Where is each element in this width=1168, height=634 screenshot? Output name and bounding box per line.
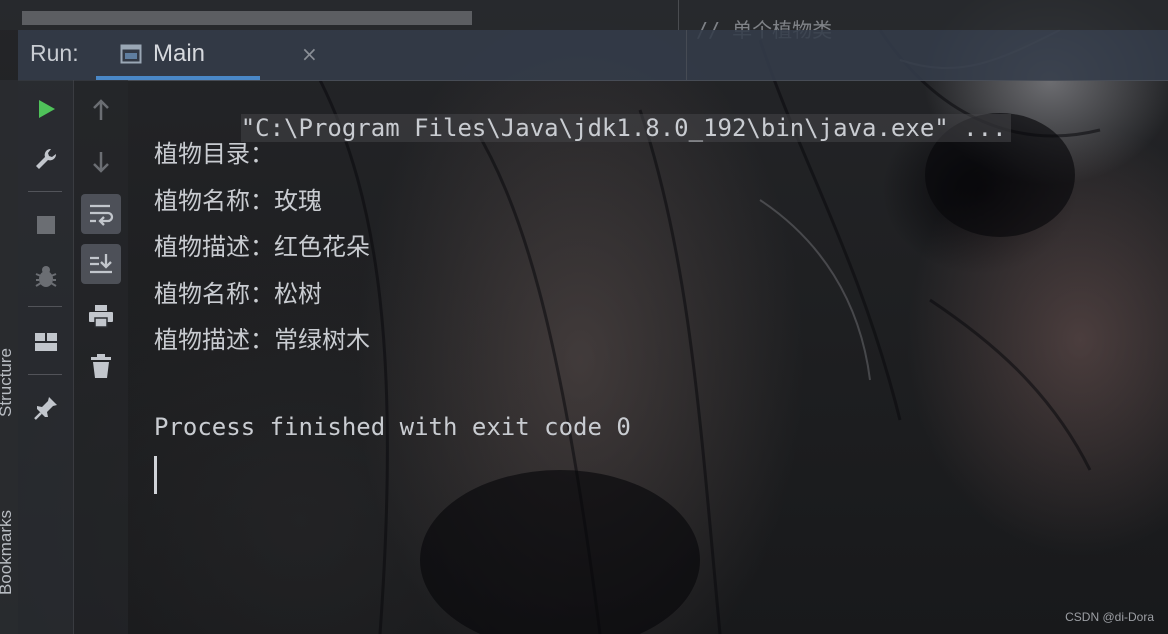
wrench-icon — [36, 148, 57, 169]
clear-all-button[interactable] — [81, 346, 121, 386]
tab-main-label: Main — [153, 40, 206, 67]
run-toolbar-secondary — [74, 80, 128, 634]
debug-bug-icon — [35, 266, 57, 287]
horizontal-scrollbar[interactable] — [22, 11, 472, 25]
left-tool-stripe: Structure Bookmarks — [0, 80, 18, 634]
pin-tab-button[interactable] — [26, 388, 66, 428]
trash-icon — [91, 354, 111, 378]
editor-divider — [678, 0, 679, 30]
console-line: 植物名称：玫瑰 — [154, 187, 322, 215]
debug-button[interactable] — [26, 257, 66, 297]
arrow-down-icon — [93, 152, 109, 173]
layout-icon — [35, 333, 57, 351]
console-line: 植物目录： — [154, 140, 274, 168]
console-command-text: "C:\Program Files\Java\jdk1.8.0_192\bin\… — [240, 114, 1011, 142]
print-icon — [89, 305, 113, 328]
up-stack-trace-button[interactable] — [81, 90, 121, 130]
console-window-icon — [120, 43, 142, 65]
rerun-button[interactable] — [26, 89, 66, 129]
console-line: 植物名称：松树 — [154, 280, 322, 308]
toolbar-separator — [28, 191, 62, 192]
run-icon — [39, 100, 55, 118]
header-divider — [686, 30, 687, 80]
down-stack-trace-button[interactable] — [81, 142, 121, 182]
editor-top-strip: // 单个植物类 — [0, 0, 1168, 42]
edit-configuration-button[interactable] — [26, 139, 66, 179]
scroll-to-end-button[interactable] — [81, 244, 121, 284]
stripe-item-structure[interactable]: Structure — [0, 348, 16, 417]
watermark: CSDN @di-Dora — [1065, 610, 1154, 624]
run-tool-window-header: Run: Main × — [18, 30, 1168, 81]
text-caret — [154, 456, 157, 494]
stop-button[interactable] — [26, 205, 66, 245]
close-icon[interactable]: × — [301, 42, 318, 66]
stop-icon — [37, 216, 55, 234]
scroll-to-end-icon — [90, 254, 112, 274]
console-line: 植物描述：红色花朵 — [154, 233, 370, 261]
tab-main[interactable]: Main × — [96, 30, 318, 80]
run-label: Run: — [30, 40, 79, 66]
stripe-item-bookmarks[interactable]: Bookmarks — [0, 510, 16, 595]
soft-wrap-button[interactable] — [81, 194, 121, 234]
print-button[interactable] — [81, 296, 121, 336]
restore-layout-button[interactable] — [26, 322, 66, 362]
console-exit-message: Process finished with exit code 0 — [154, 413, 631, 441]
ide-window: // 单个植物类 Run: Main × Structure Bookmarks — [0, 0, 1168, 634]
soft-wrap-icon — [90, 204, 114, 226]
pin-icon — [34, 397, 57, 420]
arrow-up-icon — [93, 99, 109, 120]
toolbar-separator — [28, 374, 62, 375]
toolbar-separator — [28, 306, 62, 307]
console-command-line: "C:\Program Files\Java\jdk1.8.0_192\bin\… — [154, 86, 1011, 170]
console-line: 植物描述：常绿树木 — [154, 326, 370, 354]
run-toolbar-primary — [18, 80, 74, 634]
